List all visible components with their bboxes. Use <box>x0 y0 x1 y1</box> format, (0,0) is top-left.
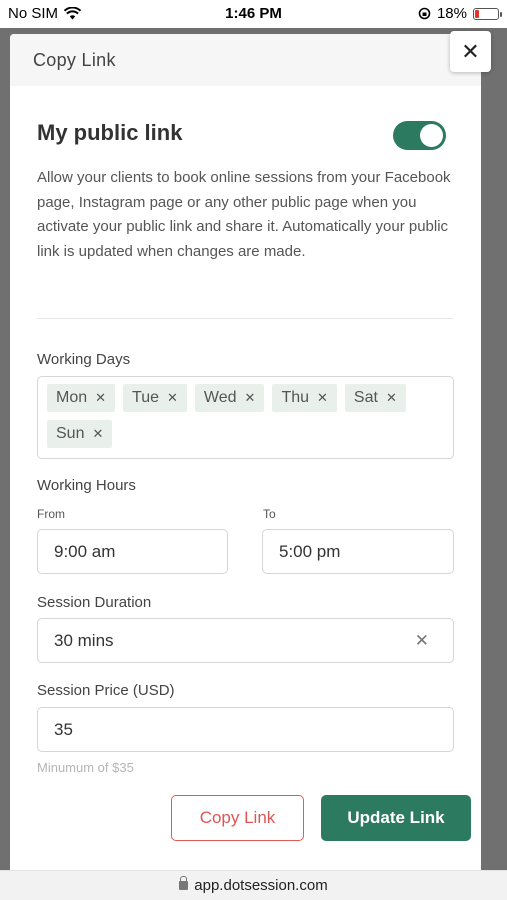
day-chip-label: Wed <box>203 389 237 406</box>
to-time-value: 5:00 pm <box>279 541 341 561</box>
orientation-lock-icon <box>418 7 431 20</box>
to-time-input[interactable]: 5:00 pm <box>262 529 454 574</box>
day-chip: Tue ✕ <box>123 384 187 412</box>
from-time-value: 9:00 am <box>54 541 116 561</box>
modal-backdrop-left[interactable] <box>0 28 10 870</box>
remove-day-icon[interactable]: ✕ <box>317 390 328 406</box>
remove-day-icon[interactable]: ✕ <box>386 390 397 406</box>
session-duration-label: Session Duration <box>37 594 152 611</box>
close-icon[interactable]: ✕ <box>450 31 491 72</box>
from-label: From <box>37 507 65 521</box>
day-chip: Sat ✕ <box>344 384 406 412</box>
day-chip-label: Sun <box>56 425 85 442</box>
from-time-input[interactable]: 9:00 am <box>37 529 228 574</box>
working-hours-label: Working Hours <box>37 477 136 494</box>
working-days-select[interactable]: Mon ✕ Tue ✕ Wed ✕ Thu ✕ Sat ✕ Sun ✕ <box>37 376 454 459</box>
session-price-input[interactable]: 35 <box>37 707 454 752</box>
divider <box>37 318 453 319</box>
battery-fill <box>475 9 479 18</box>
day-chip: Sun ✕ <box>47 420 113 448</box>
modal-backdrop-right[interactable] <box>481 28 507 870</box>
day-chip-label: Tue <box>132 389 160 406</box>
remove-day-icon[interactable]: ✕ <box>245 390 256 406</box>
remove-day-icon[interactable]: ✕ <box>167 390 178 406</box>
working-days-label: Working Days <box>37 351 131 368</box>
toggle-knob <box>420 124 443 147</box>
status-bar: No SIM 1:46 PM 18% <box>0 0 507 28</box>
remove-day-icon[interactable]: ✕ <box>95 390 106 406</box>
session-duration-select[interactable]: 30 mins ✕ <box>37 618 454 663</box>
modal-header: Copy Link <box>10 34 481 86</box>
url-text: app.dotsession.com <box>194 877 328 894</box>
day-chip: Wed ✕ <box>194 384 265 412</box>
remove-day-icon[interactable]: ✕ <box>92 426 103 442</box>
to-label: To <box>263 507 276 521</box>
update-link-button[interactable]: Update Link <box>321 795 471 841</box>
day-chip-label: Thu <box>281 389 310 406</box>
lock-icon <box>179 876 189 890</box>
battery-icon <box>473 7 502 20</box>
price-hint: Minumum of $35 <box>37 760 134 775</box>
copy-link-modal: Copy Link My public link Allow your clie… <box>10 34 481 870</box>
status-right: 18% <box>418 5 502 22</box>
modal-title: Copy Link <box>33 50 116 70</box>
clear-duration-icon[interactable]: ✕ <box>415 631 429 651</box>
public-link-description: Allow your clients to book online sessio… <box>37 169 451 260</box>
day-chip-label: Sat <box>353 389 378 406</box>
day-chip: Mon ✕ <box>47 384 116 412</box>
day-chip-label: Mon <box>56 389 88 406</box>
public-link-toggle[interactable] <box>393 121 446 150</box>
battery-percent: 18% <box>436 5 467 22</box>
session-price-label: Session Price (USD) <box>37 682 175 699</box>
session-duration-value: 30 mins <box>54 630 114 650</box>
copy-link-button[interactable]: Copy Link <box>171 795 304 841</box>
browser-url-bar[interactable]: app.dotsession.com <box>0 870 507 900</box>
day-chip: Thu ✕ <box>272 384 337 412</box>
working-days-chips: Mon ✕ Tue ✕ Wed ✕ Thu ✕ Sat ✕ Sun ✕ <box>47 384 444 448</box>
session-price-value: 35 <box>54 719 73 739</box>
section-title: My public link <box>37 120 183 145</box>
